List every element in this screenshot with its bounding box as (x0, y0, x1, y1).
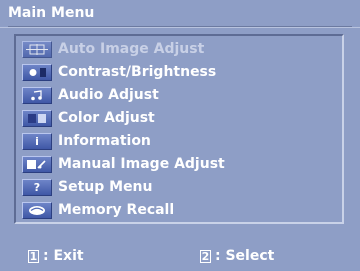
select-label: : Select (215, 248, 275, 264)
menu-item-auto-image-adjust[interactable]: Auto Image Adjust (22, 40, 340, 59)
auto-adjust-icon (22, 41, 52, 58)
osd-main-menu: Main Menu Auto Image Adjust Contrast/Bri… (0, 0, 360, 271)
title-divider (0, 27, 360, 28)
exit-key-icon: 1 (28, 249, 39, 263)
menu-item-label: Memory Recall (58, 202, 175, 218)
menu-item-color-adjust[interactable]: Color Adjust (22, 109, 340, 128)
select-hint: 2 : Select (200, 246, 274, 266)
menu-item-label: Setup Menu (58, 179, 153, 195)
menu-item-label: Auto Image Adjust (58, 41, 205, 57)
select-key-icon: 2 (200, 249, 211, 263)
help-icon: ? (22, 179, 52, 196)
menu-item-label: Audio Adjust (58, 87, 159, 103)
menu-item-setup-menu[interactable]: ? Setup Menu (22, 178, 340, 197)
menu-item-label: Color Adjust (58, 110, 155, 126)
menu-item-audio-adjust[interactable]: Audio Adjust (22, 86, 340, 105)
exit-hint: 1 : Exit (28, 246, 84, 266)
exit-label: : Exit (43, 248, 84, 264)
memory-recall-icon (22, 202, 52, 219)
menu-item-label: Manual Image Adjust (58, 156, 225, 172)
menu-item-memory-recall[interactable]: Memory Recall (22, 201, 340, 220)
menu-title: Main Menu (8, 0, 352, 27)
color-icon (22, 110, 52, 127)
menu-item-contrast-brightness[interactable]: Contrast/Brightness (22, 63, 340, 82)
menu-item-label: Information (58, 133, 151, 149)
info-icon: i (22, 133, 52, 150)
manual-adjust-icon (22, 156, 52, 173)
menu-item-label: Contrast/Brightness (58, 64, 217, 80)
audio-icon (22, 87, 52, 104)
menu-item-information[interactable]: i Information (22, 132, 340, 151)
menu-panel: Auto Image Adjust Contrast/Brightness Au… (14, 34, 344, 224)
menu-item-manual-image-adjust[interactable]: Manual Image Adjust (22, 155, 340, 174)
contrast-brightness-icon (22, 64, 52, 81)
